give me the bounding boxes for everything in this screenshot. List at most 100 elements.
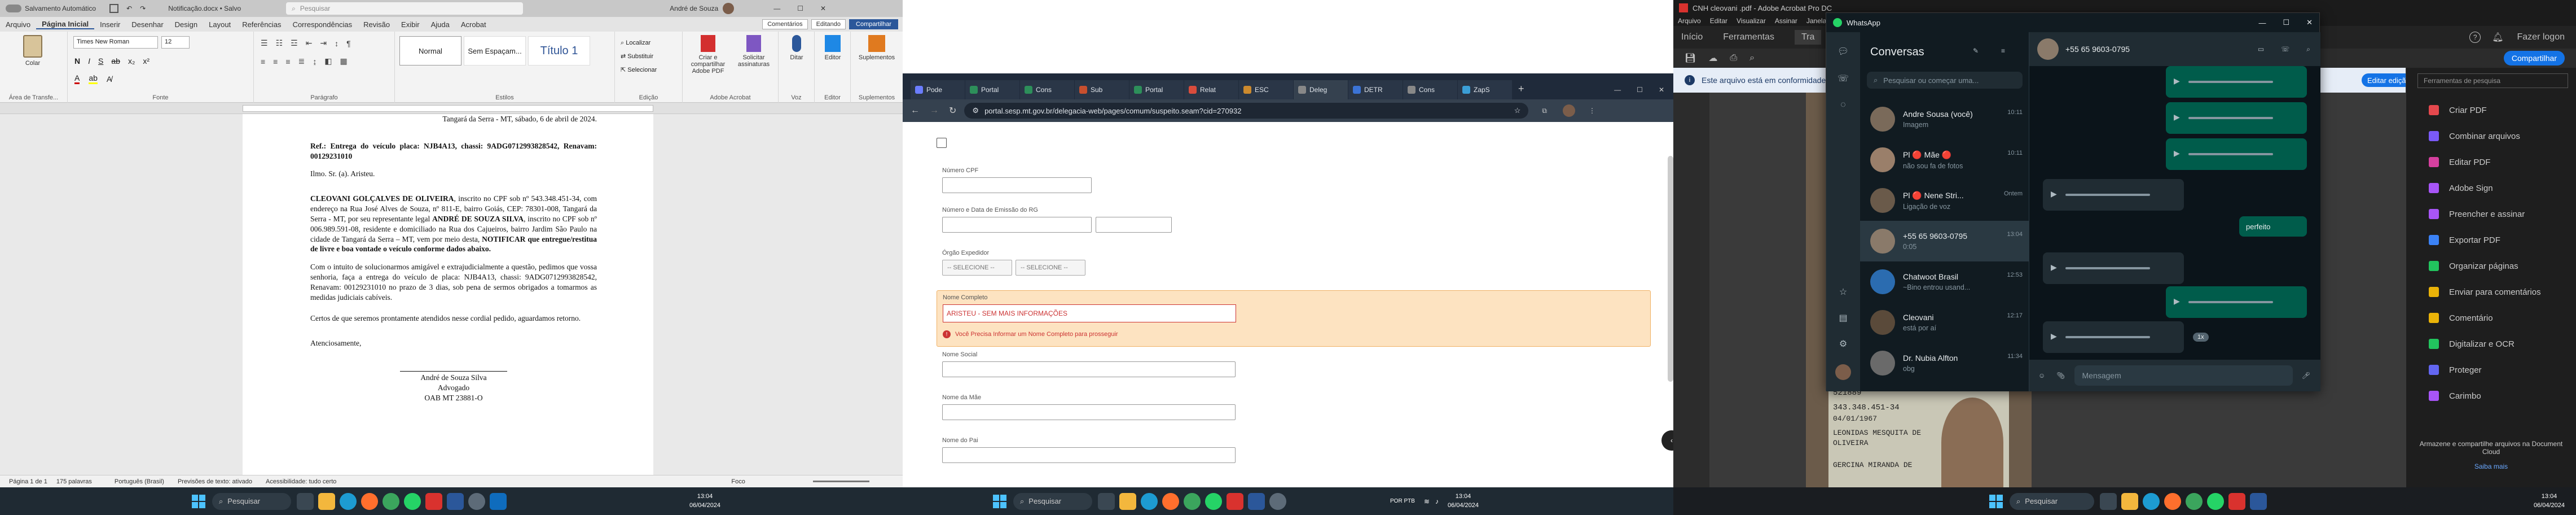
subscript-button[interactable]: x₂ [128,56,135,66]
create-pdf-button[interactable]: Criar e compartilhar Adobe PDF [685,35,731,75]
tool-item[interactable]: Proteger [2406,357,2576,383]
tab-8-active[interactable]: Deleg [1294,80,1348,99]
print-icon[interactable]: ⎙ [1730,53,1737,63]
voice-message[interactable]: ▶ [2043,321,2184,353]
play-icon[interactable]: ▶ [2174,149,2180,158]
menu-design[interactable]: Design [169,20,203,29]
save-icon[interactable]: 💾︎ [1685,53,1696,64]
find-button[interactable]: ⌕ Localizar [621,36,657,50]
voice-message[interactable]: ▶ [2043,179,2184,211]
search-tools-input[interactable]: Ferramentas de pesquisa [2417,73,2568,88]
addins-button[interactable]: Suplementos [856,35,897,61]
request-sign-button[interactable]: Solicitar assinaturas [731,35,776,68]
emoji-icon[interactable]: ☺ [2038,372,2045,379]
font-color-icon[interactable]: A [74,73,80,84]
waveform[interactable] [2188,81,2273,83]
settings-icon[interactable] [1269,492,1286,510]
cpf-input[interactable] [942,177,1092,193]
waveform[interactable] [2188,301,2273,303]
acrobat-icon[interactable] [2228,492,2245,510]
microphone-icon[interactable]: 🎤︎ [2302,372,2310,379]
father-name-input[interactable] [942,447,1236,463]
chat-item[interactable]: Dr. Nubia Alfton obg 11:34 [1860,343,2029,383]
chat-item[interactable]: Andre Sousa (você) Imagem 10:11 [1860,99,2029,139]
new-tab-icon[interactable]: + [1518,83,1524,95]
redo-icon[interactable]: ↷ [140,5,146,12]
back-icon[interactable]: ← [911,106,920,116]
menu-acrobat[interactable]: Acrobat [455,20,492,29]
menu-referencias[interactable]: Referências [236,20,287,29]
clock[interactable]: 13:04 06/04/2024 [1448,492,1479,510]
minimize-icon[interactable]: — [2258,19,2266,27]
menu-pagina-inicial[interactable]: Página Inicial [36,20,95,29]
volume-icon[interactable]: ♪ [1435,497,1439,505]
login-button[interactable]: Fazer logon [2517,32,2565,42]
justify-icon[interactable]: ≣ [298,56,305,66]
new-chat-icon[interactable]: ✎ [1973,47,1979,55]
whatsapp-icon[interactable] [1205,492,1222,510]
numbering-icon[interactable]: ☷ [276,38,283,48]
taskview-icon[interactable] [297,492,314,510]
editor-button[interactable]: Editor [819,35,846,61]
maximize-icon[interactable]: ☐ [1637,86,1643,94]
settings-icon[interactable] [468,492,485,510]
tool-item[interactable]: Exportar PDF [2406,227,2576,253]
waveform[interactable] [2065,336,2150,338]
voice-message[interactable]: ▶ [2166,286,2307,318]
multilevel-icon[interactable]: ☲ [291,38,298,48]
extensions-icon[interactable]: ⧉ [1542,107,1547,115]
maximize-icon[interactable]: ☐ [797,5,803,12]
taskbar-search[interactable]: ⌕ Pesquisar [1013,492,1092,510]
attach-icon[interactable]: 📎︎ [2056,372,2065,379]
minimize-icon[interactable]: — [773,5,780,12]
word-icon[interactable] [447,492,464,510]
clear-format-icon[interactable]: A̸ [107,75,112,84]
voice-message[interactable]: ▶ [2166,66,2307,98]
taskview-icon[interactable] [1098,492,1115,510]
increase-indent-icon[interactable]: ⇥ [320,38,327,48]
whatsapp-icon[interactable] [404,492,421,510]
play-icon[interactable]: ▶ [2174,296,2180,306]
chat-item[interactable]: Cleovani está por aí 12:17 [1860,302,2029,343]
tab-inicio[interactable]: Início [1681,32,1703,42]
menu-icon[interactable]: ⋮ [1589,107,1595,115]
avatar[interactable] [723,3,735,14]
edge-icon[interactable] [340,492,357,510]
search-icon[interactable]: ⌕ [1749,53,1755,63]
dictate-button[interactable]: Ditar [783,35,810,61]
editing-button[interactable]: Editando [811,19,846,29]
strikethrough-button[interactable]: ab [111,56,120,66]
tab-5[interactable]: Portal [1129,80,1184,99]
play-icon[interactable]: ▶ [2051,263,2057,272]
pilcrow-icon[interactable]: ¶ [346,39,351,48]
acrobat-icon[interactable] [1227,492,1243,510]
align-center-icon[interactable]: ≡ [273,57,278,66]
firefox-icon[interactable] [1162,492,1179,510]
archive-icon[interactable]: ▤ [1839,312,1847,324]
profile-icon[interactable] [1562,104,1575,117]
video-call-icon[interactable]: ▭ [2258,45,2264,53]
start-icon[interactable] [192,494,205,508]
tab-document[interactable]: Tra [1794,30,1822,45]
tool-item[interactable]: Editar PDF [2406,149,2576,175]
highlight-icon[interactable]: ab [89,73,98,84]
bullets-icon[interactable]: ☰ [261,38,268,48]
style-no-spacing[interactable]: Sem Espaçam... [464,36,526,66]
scrollbar[interactable] [1668,156,1673,382]
style-heading1[interactable]: Título 1 [528,36,590,66]
upload-icon[interactable]: ☁ [1708,53,1717,64]
contact-avatar[interactable] [2037,38,2059,60]
chrome-icon[interactable] [1184,492,1201,510]
start-icon[interactable] [1989,494,2003,508]
font-name-select[interactable]: Times New Roman [73,36,158,49]
chat-item[interactable]: +55 65 9603-0795 0:05 13:04 [1860,221,2029,261]
text-message[interactable]: perfeito [2239,216,2307,237]
autosave-toggle[interactable] [6,5,21,12]
play-icon[interactable]: ▶ [2174,112,2180,122]
social-name-input[interactable] [942,361,1236,377]
decrease-indent-icon[interactable]: ⇤ [306,38,313,48]
voice-message[interactable]: ▶ [2043,252,2184,284]
voice-call-icon[interactable]: ☏ [2281,45,2289,53]
close-icon[interactable]: ✕ [820,5,826,12]
status-icon[interactable]: ◌ [1840,100,1846,110]
